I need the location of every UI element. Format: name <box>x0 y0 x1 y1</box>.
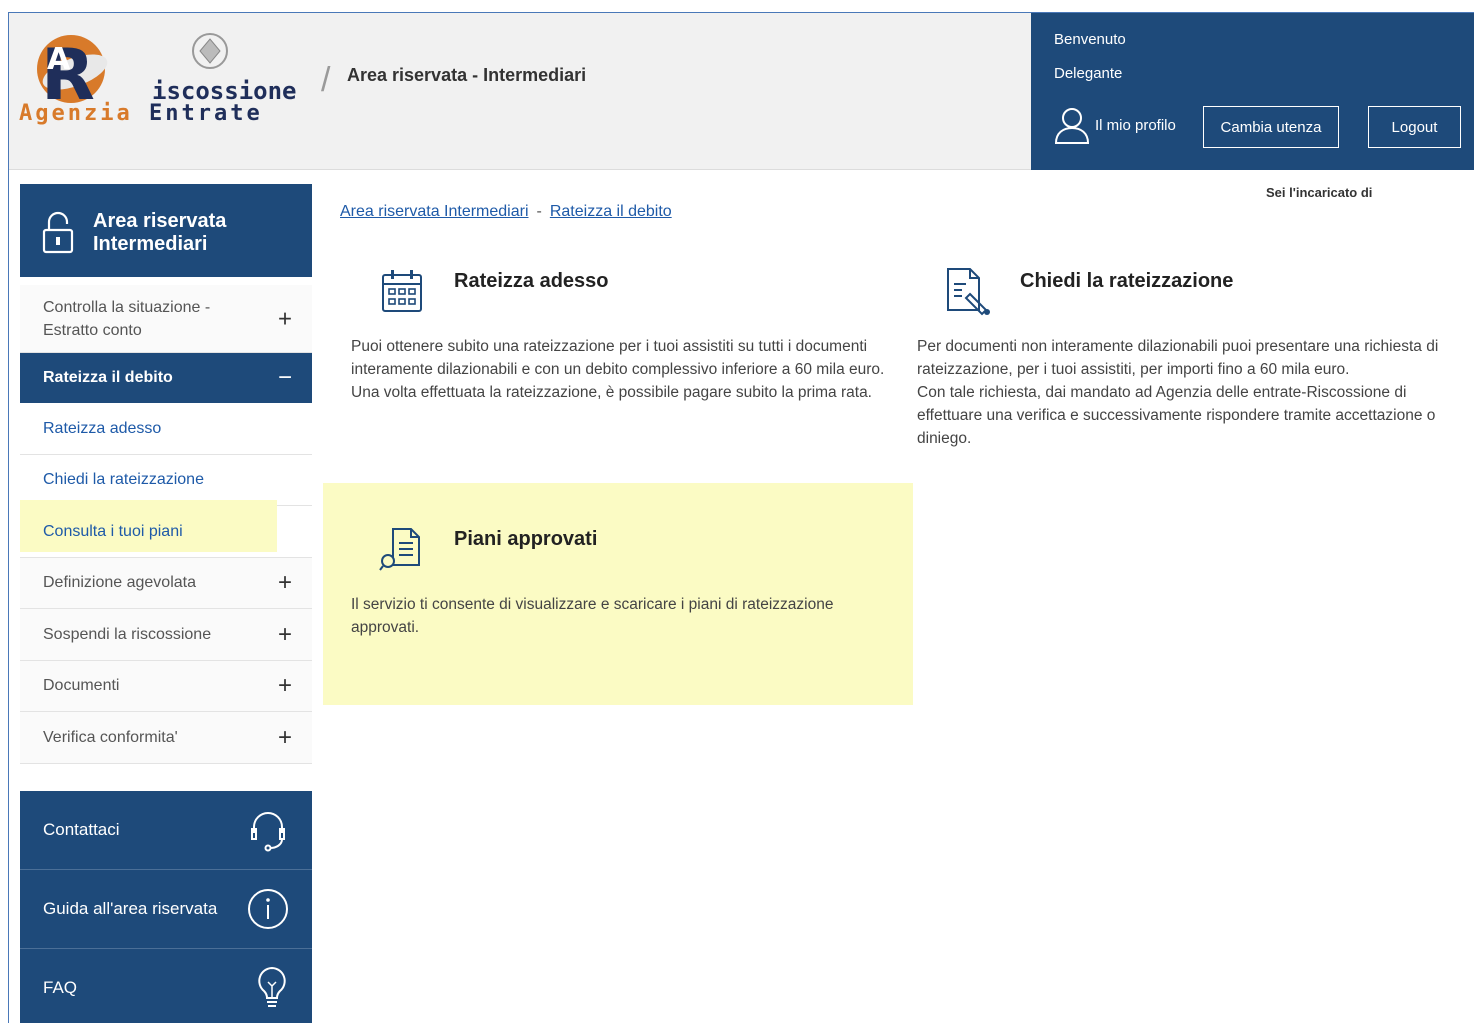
sidebar-item-consulta-piani[interactable]: Consulta i tuoi piani <box>20 500 312 558</box>
card-title: Rateizza adesso <box>454 270 609 292</box>
card-rateizza-adesso[interactable]: Rateizza adesso Puoi ottenere subito una… <box>340 262 900 462</box>
document-search-icon <box>379 528 420 571</box>
card-title: Chiedi la rateizzazione <box>1020 270 1234 292</box>
logo-text-agenzia: Agenzia Entrate <box>19 101 263 126</box>
expand-plus-icon[interactable]: + <box>278 621 292 649</box>
sidebar-item-label: Documenti <box>43 677 120 694</box>
sidebar-item-documenti[interactable]: Documenti + <box>20 661 312 712</box>
card-description-p2: Una volta effettuata la rateizzazione, è… <box>351 384 872 401</box>
sidebar-footer: Contattaci Guida all'area riservata FAQ <box>20 791 312 1023</box>
card-description-p2: Con tale richiesta, dai mandato ad Agenz… <box>917 384 1436 447</box>
sidebar-item-label: Consulta i tuoi piani <box>43 522 183 540</box>
card-description: Puoi ottenere subito una rateizzazione p… <box>351 335 896 404</box>
footer-label: Guida all'area riservata <box>43 899 218 918</box>
document-edit-icon <box>947 268 990 316</box>
page-title: Area riservata - Intermediari <box>347 65 587 85</box>
card-description: Il servizio ti consente di visualizzare … <box>351 596 834 636</box>
sidebar: Area riservata Intermediari Controlla la … <box>20 184 312 764</box>
header-separator: / <box>321 61 331 99</box>
incaricato-label: Sei l'incaricato di <box>1266 185 1373 200</box>
sidebar-title: Area riservata Intermediari <box>93 210 226 256</box>
collapse-minus-icon[interactable]: − <box>278 364 292 392</box>
user-panel: Benvenuto Delegante Il mio profilo Cambi… <box>1031 13 1474 170</box>
sidebar-item-label: Rateizza adesso <box>43 419 162 437</box>
card-chiedi-rateizzazione[interactable]: Chiedi la rateizzazione Per documenti no… <box>906 262 1466 462</box>
sidebar-faq[interactable]: FAQ <box>20 949 312 1023</box>
expand-plus-icon[interactable]: + <box>278 724 292 752</box>
lightbulb-icon <box>258 966 286 1007</box>
sidebar-item-label: Sospendi la riscossione <box>43 625 212 643</box>
sidebar-item-controlla[interactable]: Controlla la situazione - Estratto conto … <box>20 285 312 353</box>
sidebar-title-line2: Intermediari <box>93 233 208 255</box>
lock-icon <box>42 211 74 254</box>
agenzia-riscossione-logo[interactable]: R A iscossione Agenzia Entrate <box>19 17 319 137</box>
sidebar-item-label: Rateizza il debito <box>43 369 173 386</box>
sidebar-item-label: Definizione agevolata <box>43 574 196 591</box>
breadcrumb: Area riservata Intermediari - Rateizza il … <box>340 203 672 221</box>
sidebar-header: Area riservata Intermediari <box>20 184 312 277</box>
sidebar-item-definizione[interactable]: Definizione agevolata + <box>20 558 312 609</box>
sidebar-item-controlla-line2: Estratto conto <box>43 321 142 339</box>
breadcrumb-link-area-riservata[interactable]: Area riservata Intermediari <box>340 203 529 220</box>
card-description: Per documenti non interamente dilazionab… <box>917 335 1465 450</box>
welcome-text: Benvenuto <box>1054 31 1126 48</box>
logo-text-agenzia-word: Agenzia <box>19 101 133 126</box>
expand-plus-icon[interactable]: + <box>278 569 292 597</box>
sidebar-item-label: Chiedi la rateizzazione <box>43 471 204 488</box>
sidebar-item-label: Verifica conformita' <box>43 728 178 746</box>
info-icon <box>248 889 288 929</box>
user-icon <box>1054 108 1090 144</box>
sidebar-item-label: Controlla la situazione - Estratto conto <box>43 296 210 342</box>
card-title: Piani approvati <box>454 528 598 550</box>
calendar-icon <box>382 270 422 312</box>
profile-label: Il mio profilo <box>1095 116 1176 134</box>
sidebar-title-line1: Area riservata <box>93 210 227 232</box>
sidebar-item-chiedi-rateizzazione[interactable]: Chiedi la rateizzazione <box>20 455 312 506</box>
sidebar-item-controlla-line1: Controlla la situazione - <box>43 298 211 316</box>
sidebar-item-rateizza-debito[interactable]: Rateizza il debito − <box>20 353 312 403</box>
sidebar-guida[interactable]: Guida all'area riservata <box>20 870 312 949</box>
role-text: Delegante <box>1054 65 1123 82</box>
profile-link[interactable]: Il mio profilo <box>1053 105 1176 145</box>
header: R A iscossione Agenzia Entrate / Area ri… <box>9 13 1474 170</box>
footer-label: FAQ <box>43 978 78 997</box>
logout-button[interactable]: Logout <box>1368 106 1461 148</box>
breadcrumb-separator: - <box>536 203 542 220</box>
card-description-p1: Per documenti non interamente dilazionab… <box>917 338 1439 378</box>
sidebar-contattaci[interactable]: Contattaci <box>20 791 312 870</box>
sidebar-item-verifica[interactable]: Verifica conformita' + <box>20 712 312 764</box>
cambia-utenza-button[interactable]: Cambia utenza <box>1203 106 1339 148</box>
svg-text:A: A <box>47 42 71 77</box>
expand-plus-icon[interactable]: + <box>278 672 292 700</box>
expand-plus-icon[interactable]: + <box>278 307 292 331</box>
card-description-p1: Puoi ottenere subito una rateizzazione p… <box>351 338 885 378</box>
sidebar-item-rateizza-adesso[interactable]: Rateizza adesso <box>20 403 312 455</box>
breadcrumb-link-rateizza[interactable]: Rateizza il debito <box>550 203 672 220</box>
headset-icon <box>251 812 285 852</box>
sidebar-item-sospendi[interactable]: Sospendi la riscossione + <box>20 609 312 661</box>
footer-label: Contattaci <box>43 820 120 839</box>
card-piani-approvati[interactable]: Piani approvati Il servizio ti consente … <box>323 483 913 705</box>
logo-text-entrate-word: Entrate <box>148 101 263 126</box>
